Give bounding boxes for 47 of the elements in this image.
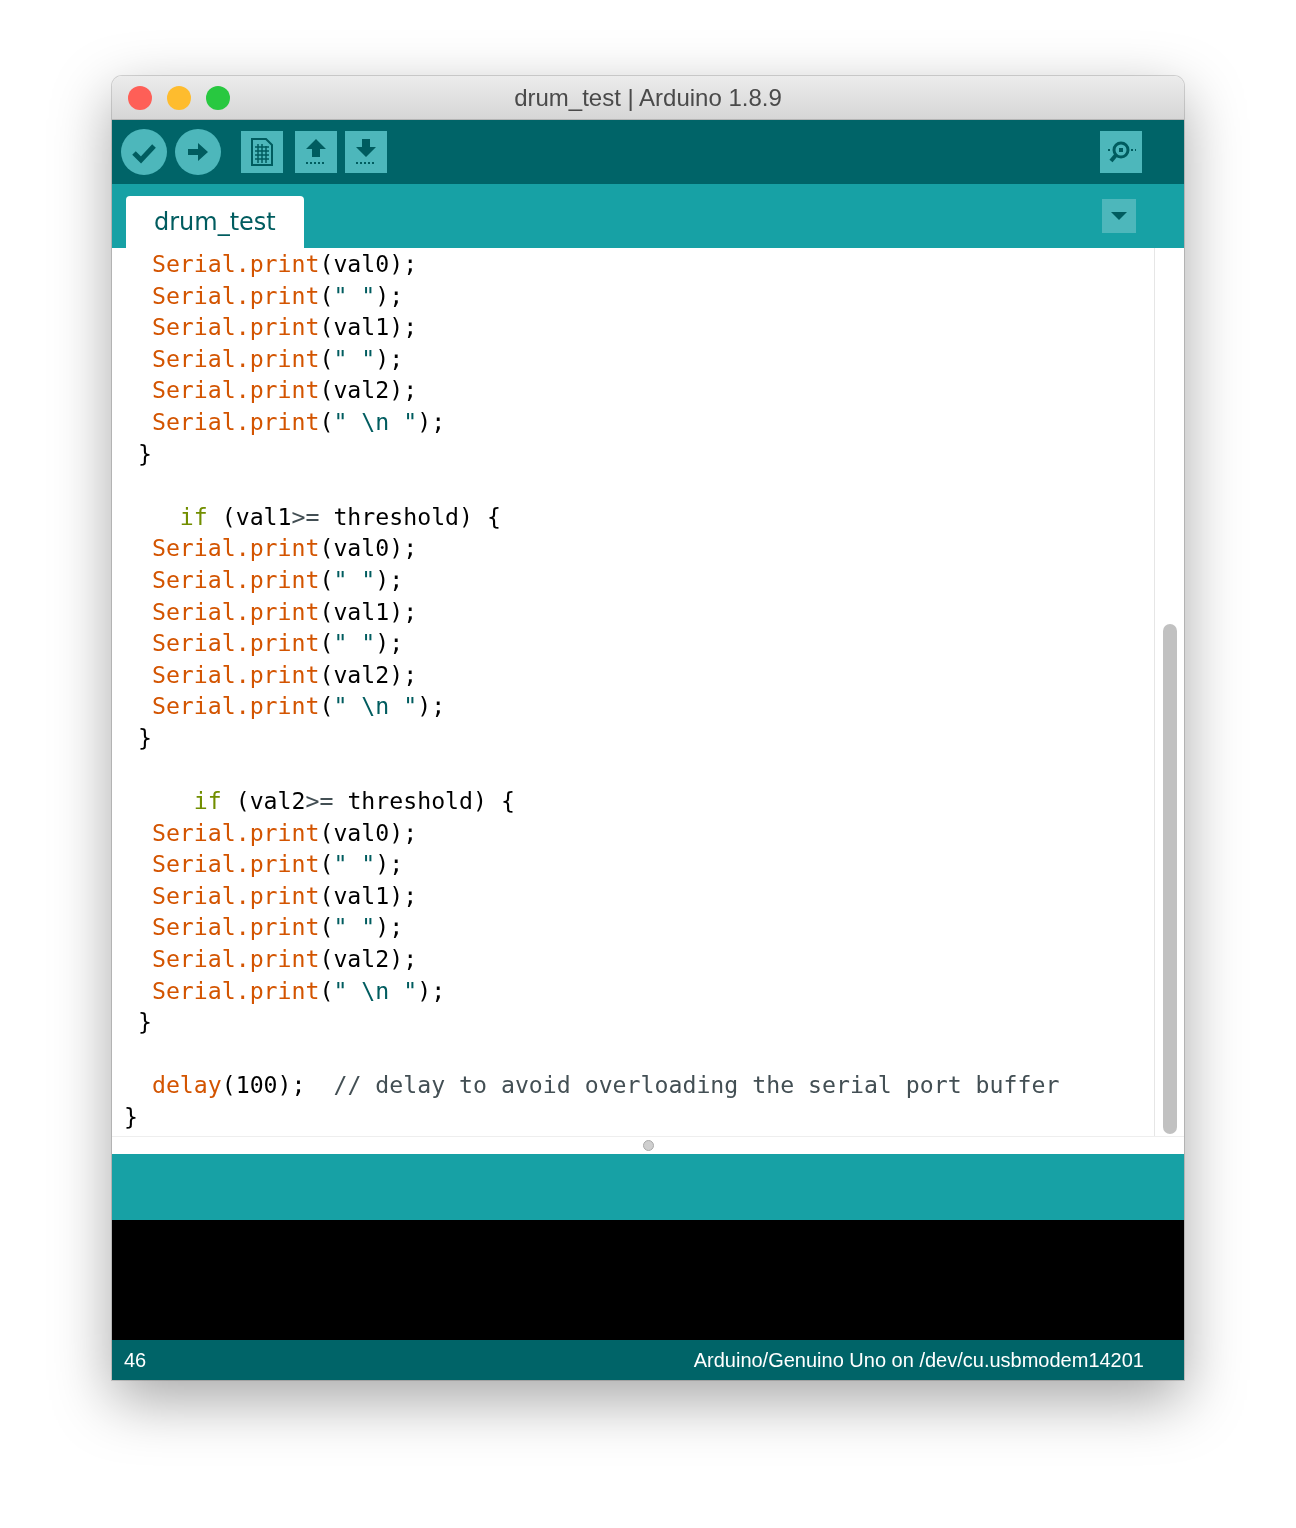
scrollbar-thumb[interactable] <box>1162 624 1177 1134</box>
code-line: Serial.print(" "); <box>150 912 405 943</box>
code-line: Serial.print(val0); <box>150 533 419 564</box>
code-line: Serial.print(" \n "); <box>150 691 447 722</box>
document-icon <box>241 131 283 173</box>
code-line: Serial.print(" "); <box>150 628 405 659</box>
splitter-handle[interactable] <box>642 1140 654 1151</box>
code-line: Serial.print(" \n "); <box>150 406 447 437</box>
code-line: delay(100); // delay to avoid overloading the serial port buffer <box>150 1070 1061 1101</box>
code-line: if (val2>= threshold) { <box>192 786 516 817</box>
arrow-down-icon <box>345 131 387 173</box>
code-line: Serial.print(val1); <box>150 880 419 911</box>
board-port-label: Arduino/Genuino Uno on /dev/cu.usbmodem14201 <box>693 1348 1144 1372</box>
new-button[interactable] <box>241 131 283 173</box>
code-line: if (val1>= threshold) { <box>178 501 502 532</box>
line-number: 46 <box>124 1348 147 1372</box>
checkmark-icon <box>121 129 167 175</box>
tab-menu-button[interactable] <box>1102 199 1136 233</box>
window-title: drum_test | Arduino 1.8.9 <box>514 83 782 112</box>
code-line: Serial.print(val1); <box>150 596 419 627</box>
open-button[interactable] <box>295 131 337 173</box>
code-line: } <box>136 438 153 469</box>
close-button[interactable] <box>128 85 152 110</box>
code-line: Serial.print(" "); <box>150 564 405 595</box>
save-button[interactable] <box>345 131 387 173</box>
code-line: Serial.print(val2); <box>150 375 419 406</box>
code-line: Serial.print(val1); <box>150 312 419 343</box>
zoom-button[interactable] <box>206 85 230 110</box>
code-line: Serial.print(" "); <box>150 343 405 374</box>
caret-icon <box>1102 199 1136 233</box>
code-line: } <box>124 1102 139 1133</box>
code-line: Serial.print(" "); <box>150 280 405 311</box>
code-line: } <box>136 1007 153 1038</box>
code-line: } <box>136 722 153 753</box>
file-tab[interactable]: drum_test <box>126 196 304 248</box>
code-line: Serial.print(val2); <box>150 659 419 690</box>
code-line: Serial.print(val2); <box>150 944 419 975</box>
code-line: Serial.print(val0); <box>150 817 419 848</box>
arrow-right-icon <box>175 129 221 175</box>
arrow-up-icon <box>295 131 337 173</box>
code-line: Serial.print(" "); <box>150 849 405 880</box>
code-line: Serial.print(" \n "); <box>150 975 447 1006</box>
upload-button[interactable] <box>175 129 221 175</box>
verify-button[interactable] <box>121 129 167 175</box>
magnifier-icon <box>1100 131 1142 173</box>
code-line: Serial.print(val0); <box>150 249 419 279</box>
serial-monitor-button[interactable] <box>1100 131 1142 173</box>
